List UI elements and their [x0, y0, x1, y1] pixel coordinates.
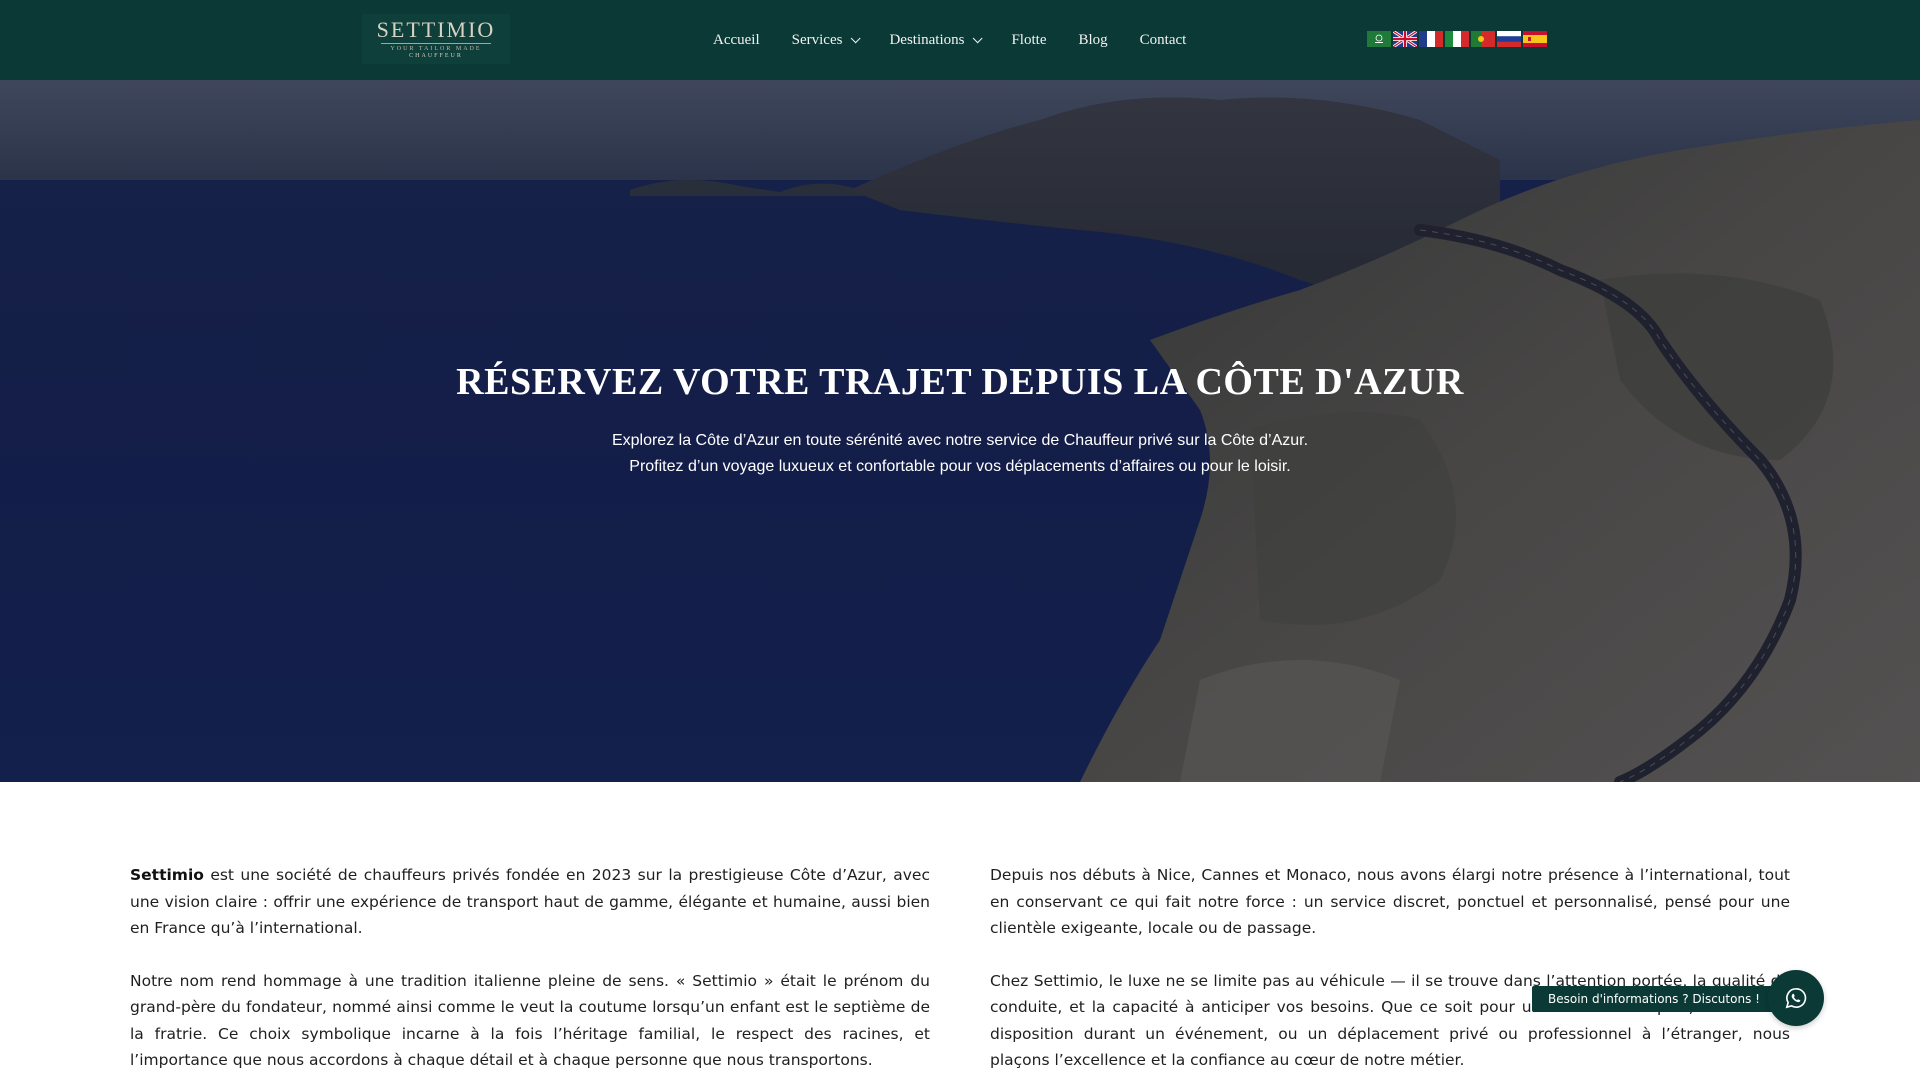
- russia-flag-icon[interactable]: [1497, 31, 1521, 47]
- chat-label[interactable]: Besoin d'informations ? Discutons !: [1532, 986, 1776, 1012]
- about-paragraph: Settimio est une société de chauffeurs p…: [130, 862, 930, 942]
- hero-subtitle-line: Explorez la Côte d’Azur en toute sérénit…: [611, 432, 1309, 449]
- hero-subtitle: Explorez la Côte d’Azur en toute sérénit…: [0, 428, 1920, 480]
- logo-wordmark: SETTIMIO: [376, 17, 496, 42]
- about-paragraph: Notre nom rend hommage à une tradition i…: [130, 971, 930, 1070]
- about-column-right: Depuis nos débuts à Nice, Cannes et Mona…: [990, 862, 1790, 1080]
- logo-divider: [381, 43, 491, 44]
- whatsapp-chat-button[interactable]: [1768, 970, 1824, 1026]
- chevron-down-icon: [851, 32, 862, 43]
- logo-tagline: YOUR TAILOR MADE: [390, 46, 482, 52]
- whatsapp-icon: [1785, 988, 1807, 1009]
- nav-label: Contact: [1139, 31, 1187, 48]
- hero-title: RÉSERVEZ VOTRE TRAJET DEPUIS LA CÔTE D'A…: [456, 361, 1464, 403]
- about-paragraph: Depuis nos débuts à Nice, Cannes et Mona…: [990, 866, 1790, 937]
- hero-section: RÉSERVEZ VOTRE TRAJET DEPUIS LA CÔTE D'A…: [0, 80, 1920, 782]
- france-flag-icon[interactable]: [1419, 31, 1443, 47]
- nav-label: Accueil: [713, 31, 760, 48]
- logo-subtitle: CHAUFFEUR: [409, 53, 463, 59]
- nav-label: Destinations: [889, 31, 965, 48]
- hero-subtitle-line: Profitez d’un voyage luxueux et conforta…: [629, 458, 1291, 475]
- nav-item-destinations[interactable]: Destinations: [889, 31, 984, 49]
- arabic-flag-icon[interactable]: [1367, 31, 1391, 47]
- company-name: Settimio: [130, 866, 204, 884]
- language-switcher: [1367, 31, 1547, 47]
- about-section: Settimio est une société de chauffeurs p…: [130, 862, 1790, 1080]
- site-header: SETTIMIO YOUR TAILOR MADE CHAUFFEUR Accu…: [0, 0, 1920, 80]
- about-column-left: Settimio est une société de chauffeurs p…: [130, 862, 930, 1080]
- nav-item-accueil[interactable]: Accueil: [713, 32, 760, 49]
- nav-item-services[interactable]: Services: [791, 31, 862, 49]
- main-nav: Accueil Services Destinations Flotte Blo…: [713, 0, 1218, 80]
- nav-item-flotte[interactable]: Flotte: [1011, 32, 1046, 49]
- chevron-down-icon: [973, 32, 984, 43]
- nav-label: Services: [791, 31, 843, 48]
- italy-flag-icon[interactable]: [1445, 31, 1469, 47]
- portugal-flag-icon[interactable]: [1471, 31, 1495, 47]
- spain-flag-icon[interactable]: [1523, 31, 1547, 47]
- paragraph-text: est une société de chauffeurs privés fon…: [130, 866, 930, 937]
- logo[interactable]: SETTIMIO YOUR TAILOR MADE CHAUFFEUR: [362, 14, 510, 64]
- nav-item-contact[interactable]: Contact: [1140, 32, 1187, 49]
- uk-flag-icon[interactable]: [1393, 31, 1417, 47]
- about-paragraph: Chez Settimio, le luxe ne se limite pas …: [990, 971, 1790, 1070]
- nav-label: Blog: [1078, 31, 1108, 48]
- nav-item-blog[interactable]: Blog: [1078, 32, 1107, 49]
- nav-label: Flotte: [1011, 31, 1047, 48]
